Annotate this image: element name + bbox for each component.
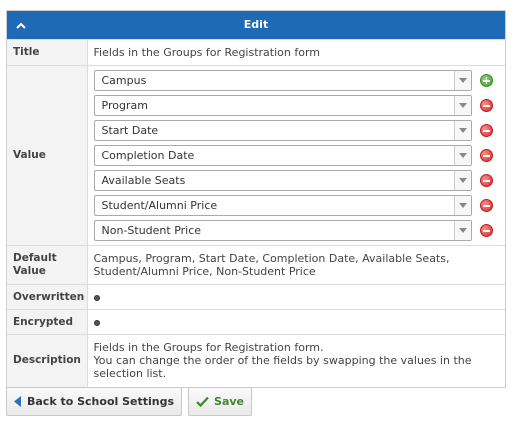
- encrypted-label: Encrypted: [7, 309, 88, 335]
- encrypted-value: [87, 309, 505, 335]
- default-value-line: Campus, Program, Start Date, Completion …: [93, 252, 450, 265]
- select-row: Start Date: [93, 118, 500, 143]
- chevron-down-icon: [453, 71, 471, 90]
- save-button-label: Save: [214, 395, 245, 408]
- description-text: Fields in the Groups for Registration fo…: [87, 334, 505, 387]
- description-line: selection list.: [93, 367, 167, 381]
- chevron-down-icon: [453, 171, 471, 190]
- default-label-line: Default: [13, 252, 57, 264]
- panel-header: Edit: [7, 11, 505, 39]
- arrow-left-icon: [14, 396, 22, 407]
- title-label: Title: [7, 39, 88, 66]
- select-value: Student/Alumni Price: [101, 199, 218, 212]
- select-row: Available Seats: [93, 168, 500, 193]
- settings-table: Title Fields in the Groups for Registrat…: [7, 39, 505, 387]
- value-label: Value: [7, 65, 88, 246]
- minus-circle-icon[interactable]: [479, 199, 493, 212]
- encrypted-indicator[interactable]: [93, 319, 100, 326]
- select-row: Program: [93, 93, 500, 118]
- default-label-line: Value: [13, 265, 46, 277]
- action-buttons: Back to School Settings Save: [6, 387, 253, 416]
- overwritten-label: Overwritten: [7, 284, 88, 310]
- field-select[interactable]: Campus: [93, 70, 472, 91]
- encrypted-row: Encrypted: [7, 309, 505, 335]
- select-row: Campus: [93, 68, 500, 93]
- field-select[interactable]: Non-Student Price: [93, 220, 472, 241]
- minus-circle-icon[interactable]: [479, 174, 493, 187]
- description-line: Fields in the Groups for Registration fo…: [93, 341, 324, 355]
- select-value: Start Date: [101, 124, 159, 137]
- default-value-line: Student/Alumni Price, Non-Student Price: [93, 265, 316, 278]
- description-row: Description Fields in the Groups for Reg…: [7, 334, 505, 387]
- field-select[interactable]: Available Seats: [93, 170, 472, 191]
- checkmark-icon: [196, 396, 209, 407]
- panel-title: Edit: [243, 18, 269, 31]
- field-select[interactable]: Completion Date: [93, 145, 472, 166]
- minus-circle-icon[interactable]: [479, 99, 493, 112]
- title-value: Fields in the Groups for Registration fo…: [87, 39, 505, 66]
- select-value: Completion Date: [101, 149, 195, 162]
- default-value-label: Default Value: [7, 245, 88, 285]
- save-button[interactable]: Save: [188, 387, 253, 416]
- value-select-list: Campus Program Start Date Completion Dat…: [87, 65, 505, 246]
- edit-panel: Edit Title Fields in the Groups for Regi…: [6, 10, 506, 388]
- select-value: Non-Student Price: [101, 224, 202, 237]
- description-label: Description: [7, 334, 88, 387]
- overwritten-value: [87, 284, 505, 310]
- chevron-down-icon: [453, 221, 471, 240]
- chevron-down-icon: [453, 96, 471, 115]
- back-button-label: Back to School Settings: [27, 395, 175, 408]
- select-value: Campus: [101, 74, 147, 87]
- field-select[interactable]: Student/Alumni Price: [93, 195, 472, 216]
- minus-circle-icon[interactable]: [479, 124, 493, 137]
- value-row: Value Campus Program Start Date Completi…: [7, 65, 505, 246]
- field-select[interactable]: Start Date: [93, 120, 472, 141]
- overwritten-row: Overwritten: [7, 284, 505, 310]
- select-value: Program: [101, 99, 148, 112]
- select-row: Student/Alumni Price: [93, 193, 500, 218]
- back-to-school-settings-button[interactable]: Back to School Settings: [6, 387, 183, 416]
- field-select[interactable]: Program: [93, 95, 472, 116]
- plus-circle-icon[interactable]: [479, 74, 493, 87]
- overwritten-indicator[interactable]: [93, 294, 100, 301]
- select-row: Non-Student Price: [93, 218, 500, 243]
- select-value: Available Seats: [101, 174, 186, 187]
- chevron-down-icon: [453, 196, 471, 215]
- title-row: Title Fields in the Groups for Registrat…: [7, 39, 505, 66]
- minus-circle-icon[interactable]: [479, 224, 493, 237]
- default-value-text: Campus, Program, Start Date, Completion …: [87, 245, 505, 285]
- chevron-down-icon: [453, 121, 471, 140]
- select-row: Completion Date: [93, 143, 500, 168]
- description-line: You can change the order of the fields b…: [93, 354, 472, 368]
- default-value-row: Default Value Campus, Program, Start Dat…: [7, 245, 505, 285]
- chevron-down-icon: [453, 146, 471, 165]
- minus-circle-icon[interactable]: [479, 149, 493, 162]
- chevron-up-icon[interactable]: [13, 11, 29, 39]
